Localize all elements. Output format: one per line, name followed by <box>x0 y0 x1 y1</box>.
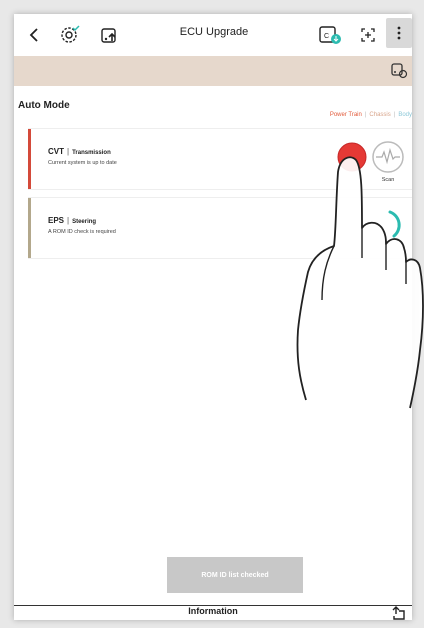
ecu-category: Transmission <box>72 150 111 156</box>
ecu-card-cvt[interactable]: CVT | Transmission Current system is up to… <box>28 128 412 190</box>
rom-id-list-checked-button[interactable]: ROM ID list checked <box>167 557 303 593</box>
ecu-name: CVT <box>48 147 64 156</box>
expand-icon[interactable] <box>358 24 378 46</box>
app-window: ECU Upgrade C Auto Mode Power Train | Ch… <box>14 14 412 620</box>
vehicle-upload-icon[interactable] <box>98 24 122 46</box>
card-title: EPS | Steering <box>48 216 97 225</box>
top-bar: ECU Upgrade C <box>14 14 412 56</box>
card-title: CVT | Transmission <box>48 147 111 156</box>
vehicle-settings-icon[interactable] <box>390 61 408 84</box>
spinner-icon <box>388 210 401 238</box>
filter-power-train[interactable]: Power Train <box>330 112 362 118</box>
ecu-card-eps[interactable]: EPS | Steering A ROM ID check is required <box>28 197 412 259</box>
page-title: ECU Upgrade <box>179 26 249 38</box>
ecu-chip-icon[interactable]: C <box>318 24 342 46</box>
upload-corner-icon[interactable] <box>392 606 406 620</box>
back-chevron-icon[interactable] <box>26 24 42 46</box>
scan-label: Scan <box>381 177 395 183</box>
card-description: A ROM ID check is required <box>48 229 116 235</box>
filter-separator: | <box>364 112 367 118</box>
more-vertical-icon[interactable] <box>386 18 412 48</box>
mode-header: Auto Mode Power Train | Chassis | Body <box>14 100 412 120</box>
card-description: Current system is up to date <box>48 160 117 166</box>
status-banner <box>14 56 412 86</box>
category-filters: Power Train | Chassis | Body <box>330 112 412 118</box>
information-label[interactable]: Information <box>14 606 412 616</box>
filter-separator: | <box>393 112 396 118</box>
footer-bar: Information <box>14 606 412 620</box>
filter-chassis[interactable]: Chassis <box>369 112 390 118</box>
ecu-category: Steering <box>72 219 97 225</box>
card-accent-bar <box>28 198 31 258</box>
ecu-name: EPS <box>48 216 65 225</box>
svg-text:C: C <box>324 33 329 40</box>
scan-icon <box>372 141 404 173</box>
filter-body[interactable]: Body <box>398 112 412 118</box>
mode-title: Auto Mode <box>18 100 70 111</box>
loading-spinner <box>368 206 408 252</box>
card-accent-bar <box>28 129 31 189</box>
settings-check-icon[interactable] <box>58 24 82 46</box>
scan-button[interactable]: Scan <box>368 139 408 185</box>
